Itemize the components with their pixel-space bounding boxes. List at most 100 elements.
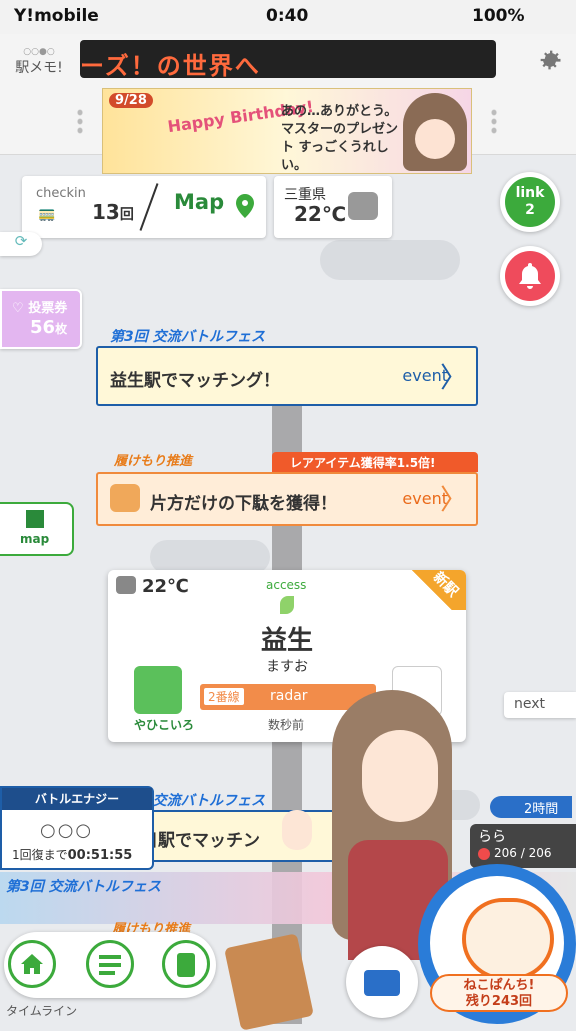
timeline-label: タイムライン bbox=[6, 1004, 78, 1018]
leaf-icon bbox=[280, 596, 294, 614]
refresh-button[interactable]: ⟳ bbox=[0, 232, 42, 256]
cloud-icon bbox=[116, 576, 136, 594]
app-header: ○○●○ 駅メモ! ーズ！の世界へ 9/28 Happy Birthday! あ… bbox=[0, 34, 576, 174]
prefecture-label: 三重県 bbox=[284, 187, 326, 203]
battle-fest-badge: 第3回 交流バトルフェス bbox=[6, 879, 162, 895]
home-button[interactable] bbox=[8, 940, 56, 988]
app-logo: ○○●○ 駅メモ! bbox=[8, 44, 70, 78]
partner-name: らら bbox=[478, 829, 506, 845]
recover-time: 00:51:55 bbox=[67, 848, 133, 863]
bell-icon bbox=[519, 263, 541, 289]
checkin-count: 13回 bbox=[92, 200, 134, 224]
home-icon bbox=[21, 954, 43, 974]
event-title: 益生駅でマッチング！ bbox=[110, 371, 280, 391]
map-link[interactable]: Map bbox=[174, 190, 224, 214]
partner-avatar[interactable] bbox=[134, 666, 182, 714]
map-pin-icon bbox=[236, 194, 254, 218]
battle-energy-panel[interactable]: バトルエナジー ○○○ 1回復まで00:51:55 bbox=[0, 786, 154, 870]
line-number: 2番線 bbox=[204, 688, 244, 705]
chevron-right-icon: 〉 bbox=[439, 483, 468, 516]
link-button[interactable]: link 2 bbox=[500, 172, 560, 232]
rare-item-text: レアアイテム獲得率1.5倍! bbox=[290, 456, 436, 470]
news-ticker[interactable]: ーズ！の世界へ bbox=[80, 40, 496, 78]
background-cloud bbox=[320, 240, 460, 280]
background-cloud bbox=[150, 540, 270, 574]
event-item-get[interactable]: 片方だけの下駄を獲得！ event 〉 bbox=[96, 472, 478, 526]
station-name: 益生 bbox=[260, 626, 313, 656]
link-count: 2 bbox=[525, 202, 535, 218]
logo-text: 駅メモ! bbox=[15, 60, 63, 76]
clock: 0:40 bbox=[266, 6, 309, 26]
cloud-icon bbox=[348, 192, 378, 220]
neko-face-icon bbox=[462, 898, 554, 980]
next-button[interactable]: next bbox=[504, 692, 576, 718]
energy-recover: 1回復まで00:51:55 bbox=[12, 846, 132, 863]
station-list-button[interactable] bbox=[162, 940, 210, 988]
battle-fest-badge: 第3回 交流バトルフェス bbox=[110, 329, 266, 345]
weather-card: 三重県 22℃ bbox=[274, 176, 392, 238]
banner-next-dots bbox=[490, 108, 498, 136]
battery-label: 100% bbox=[472, 6, 525, 26]
access-label: access bbox=[266, 578, 307, 592]
checkin-count-value: 13 bbox=[92, 200, 120, 224]
partner-status: らら 206 / 206 bbox=[470, 824, 576, 868]
campaign-badge: 履けもり推進 bbox=[114, 454, 193, 469]
vote-count: 56枚 bbox=[30, 317, 67, 338]
temperature: 22℃ bbox=[294, 202, 347, 226]
refresh-icon: ⟳ bbox=[14, 232, 28, 250]
map-side-label: map bbox=[20, 532, 50, 546]
map-icon bbox=[26, 510, 44, 528]
neko-punch-label: ねこぱんち! bbox=[463, 978, 535, 993]
vote-count-unit: 枚 bbox=[55, 322, 68, 336]
geta-icon bbox=[110, 484, 140, 512]
new-station-tag: 新駅 bbox=[398, 569, 466, 610]
status-bar: Y!mobile 0:40 100% bbox=[0, 0, 576, 34]
briefcase-icon bbox=[364, 970, 400, 996]
link-button-face: link 2 bbox=[505, 177, 555, 227]
notification-button[interactable] bbox=[500, 246, 560, 306]
shopping-bag bbox=[224, 933, 314, 1031]
banner-prev-dots bbox=[76, 108, 84, 136]
gear-icon[interactable] bbox=[536, 46, 564, 74]
event-matching[interactable]: 益生駅でマッチング！ event 〉 bbox=[96, 346, 478, 406]
recover-label: 1回復まで bbox=[12, 848, 68, 862]
ticker-text: ーズ！の世界へ bbox=[80, 52, 261, 78]
neko-punch-counter: ねこぱんち! 残り243回 bbox=[430, 974, 568, 1012]
rare-item-banner: レアアイテム獲得率1.5倍! bbox=[272, 452, 478, 472]
banner-date: 9/28 bbox=[109, 93, 153, 108]
carrier-label: Y!mobile bbox=[14, 6, 99, 26]
character-hand bbox=[282, 810, 312, 850]
station-temperature: 22℃ bbox=[142, 576, 189, 597]
bell-icon-bg bbox=[505, 251, 555, 301]
new-station-text: 新駅 bbox=[429, 569, 461, 601]
promo-banner[interactable]: 9/28 Happy Birthday! あの…ありがとう。マスターのプレゼント… bbox=[102, 88, 472, 174]
vote-label: ♡ 投票券 bbox=[12, 301, 68, 316]
energy-title: バトルエナジー bbox=[2, 788, 152, 810]
bottom-nav: タイムライン bbox=[0, 926, 220, 1024]
list-icon-line bbox=[99, 971, 115, 975]
list-icon bbox=[99, 955, 121, 959]
vote-label-text: 投票券 bbox=[28, 301, 68, 316]
neko-punch-remaining: 残り243回 bbox=[465, 994, 533, 1009]
vote-count-value: 56 bbox=[30, 317, 56, 338]
checkin-label: checkin bbox=[36, 186, 86, 201]
hp-icon bbox=[478, 848, 490, 860]
character-face bbox=[362, 730, 438, 822]
banner-character-face bbox=[415, 119, 455, 159]
vote-ticket-panel[interactable]: ♡ 投票券 56枚 bbox=[0, 289, 82, 349]
partner-name: やひこいろ bbox=[134, 718, 195, 732]
map-side-button[interactable]: map bbox=[0, 502, 74, 556]
duration-text: 2時間 bbox=[524, 802, 559, 817]
bag-button[interactable] bbox=[346, 946, 418, 1018]
duration-badge: 2時間 bbox=[490, 796, 572, 818]
checkin-card[interactable]: checkin 🚃 13回 Map bbox=[22, 176, 266, 238]
link-label: link bbox=[515, 185, 545, 201]
banner-message: あの…ありがとう。マスターのプレゼント すっごくうれしい。 bbox=[281, 104, 399, 173]
checkin-count-unit: 回 bbox=[119, 207, 134, 223]
train-icon: 🚃 bbox=[38, 206, 56, 222]
train-list-icon bbox=[177, 953, 195, 977]
event-title: 片方だけの下駄を獲得！ bbox=[150, 494, 337, 514]
list-icon-line bbox=[99, 963, 121, 967]
energy-circles: ○○○ bbox=[40, 820, 94, 841]
timeline-button[interactable] bbox=[86, 940, 134, 988]
